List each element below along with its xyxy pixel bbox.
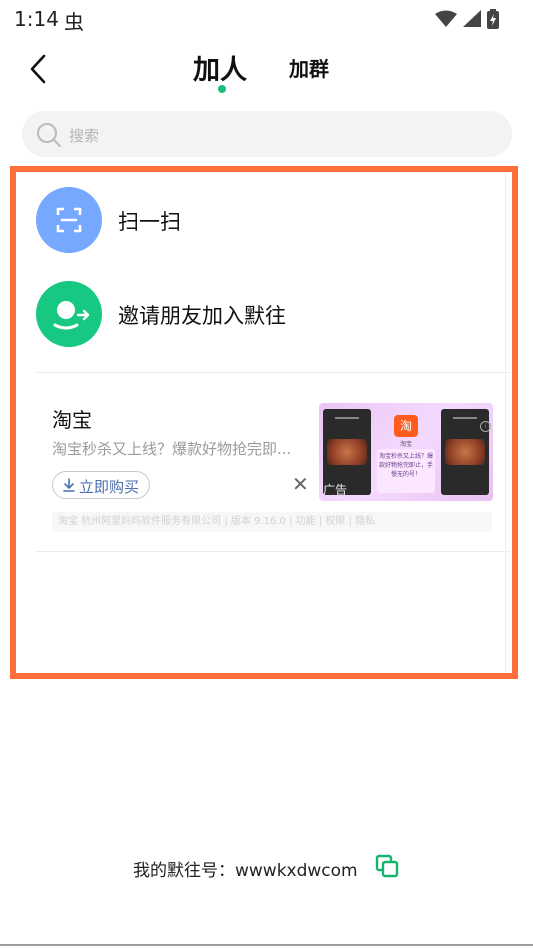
wifi-icon <box>434 10 457 27</box>
signal-icon <box>462 9 481 27</box>
ad-image-center: 淘 淘宝 淘宝秒杀又上线？爆款好物抢完即止，手慢无的号！ <box>375 409 437 495</box>
ad-title: 淘宝 <box>52 408 92 432</box>
buy-now-label: 立即购买 <box>79 478 140 496</box>
my-id-row: 我的默往号：wwwkxdwcom <box>0 852 533 881</box>
status-time: 1:14 <box>14 7 59 31</box>
invite-friend-icon <box>36 281 102 347</box>
ad-close-icon[interactable]: ✕ <box>292 474 309 494</box>
ad-tag: 广告 <box>323 483 348 497</box>
invite-friend-label: 邀请朋友加入默往 <box>118 304 286 328</box>
ad-image-app-name: 淘宝 <box>399 441 412 448</box>
navigation-bar <box>0 944 533 946</box>
ad-image-caption: 淘宝秒杀又上线？爆款好物抢完即止，手慢无的号！ <box>377 449 435 493</box>
my-id-label: 我的默往号：wwwkxdwcom <box>133 861 358 881</box>
ad-app-info: 淘宝 杭州阿里妈妈软件服务有限公司 | 版本 9.16.0 | 功能 | 权限 … <box>52 512 492 532</box>
buy-now-button[interactable]: 立即购买 <box>52 471 150 499</box>
search-icon <box>37 123 61 147</box>
divider <box>36 372 510 373</box>
ad-description: 淘宝秒杀又上线？爆款好物抢完即... <box>52 440 292 458</box>
scan-icon <box>36 187 102 253</box>
ad-card[interactable]: 淘宝 淘宝秒杀又上线？爆款好物抢完即... 立即购买 ✕ 淘 淘宝 淘宝秒杀又上… <box>36 378 510 556</box>
bug-notification-icon: 虫 <box>64 10 84 34</box>
download-icon <box>63 478 75 492</box>
battery-icon <box>487 8 499 29</box>
search-bar[interactable]: 搜索 <box>22 111 512 157</box>
tab-add-group[interactable]: 加群 <box>289 53 329 82</box>
search-placeholder: 搜索 <box>69 127 100 145</box>
divider <box>36 551 510 552</box>
tab-add-person[interactable]: 加人 <box>193 48 247 87</box>
header: 加人 加群 <box>0 40 533 100</box>
active-tab-indicator <box>218 85 226 93</box>
back-chevron-icon[interactable] <box>26 54 52 84</box>
ad-info-icon[interactable]: i <box>480 421 491 432</box>
taobao-logo: 淘 <box>394 415 418 437</box>
scan-option-label: 扫一扫 <box>118 210 181 234</box>
status-icons <box>434 8 499 29</box>
copy-icon[interactable] <box>375 854 399 878</box>
add-options-panel: 扫一扫 邀请朋友加入默往 淘宝 淘宝秒杀又上线？爆款好物抢完即... 立即购买 … <box>10 166 518 679</box>
ad-image[interactable]: 淘 淘宝 淘宝秒杀又上线？爆款好物抢完即止，手慢无的号！ 广告 i <box>319 403 493 501</box>
status-bar: 1:14 虫 <box>0 0 533 38</box>
